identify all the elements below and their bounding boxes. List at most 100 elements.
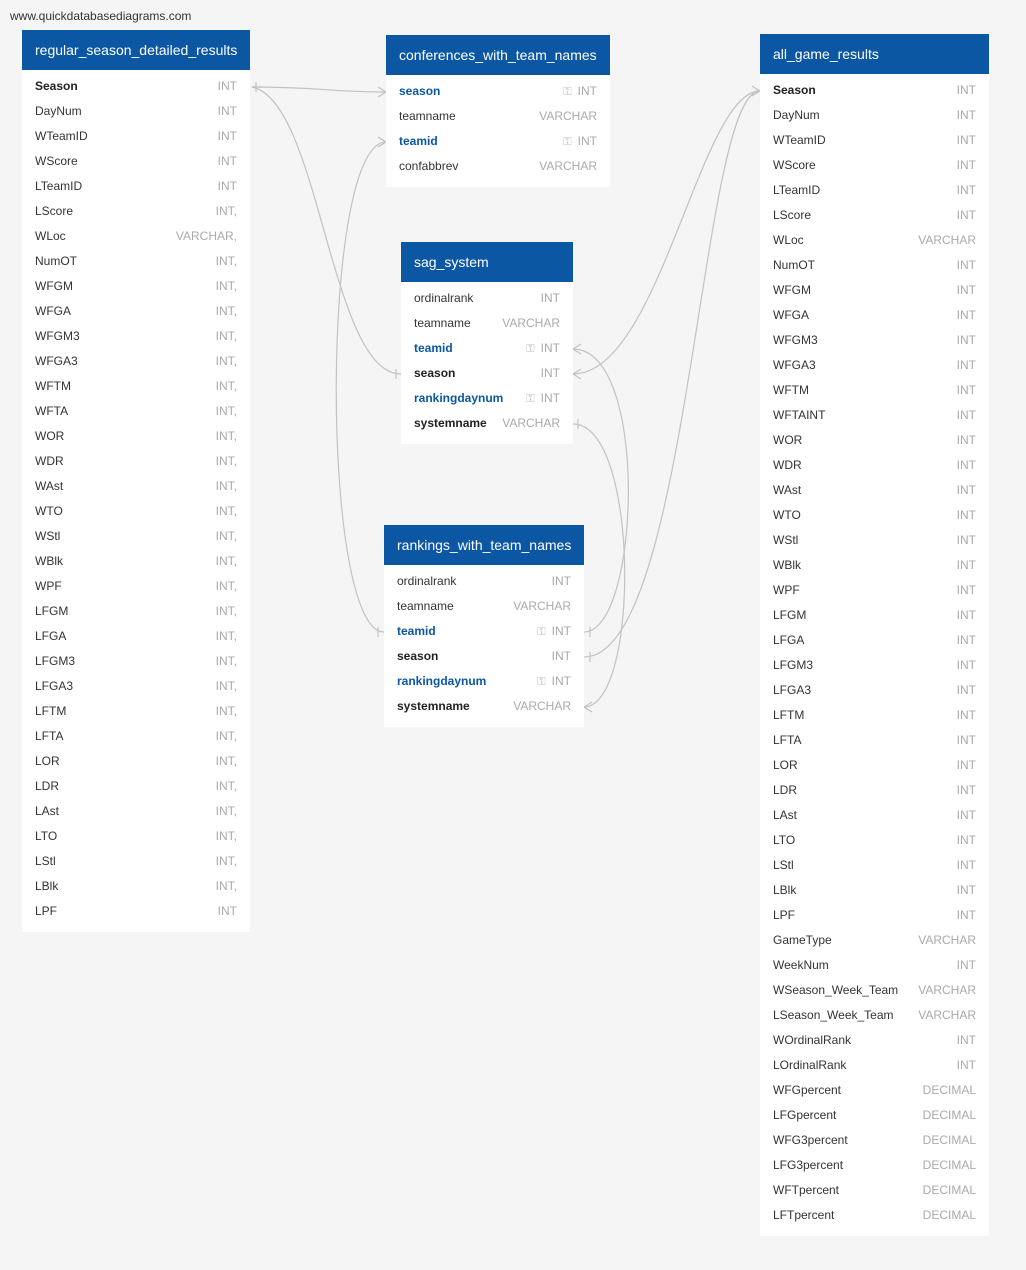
table-rankings-with-team-names[interactable]: rankings_with_team_names ordinalrank INT t… [384, 525, 584, 727]
table-conferences-with-team-names[interactable]: conferences_with_team_names season ⚿ INT te… [386, 35, 610, 187]
field-row[interactable]: WFGA3 INT [760, 353, 989, 378]
field-row[interactable]: Season INT [760, 78, 989, 103]
table-regular-season-detailed-results[interactable]: regular_season_detailed_results Season IN… [22, 30, 250, 932]
field-row[interactable]: LFTA INT, [22, 724, 250, 749]
field-row[interactable]: LFTM INT [760, 703, 989, 728]
field-row[interactable]: LDR INT, [22, 774, 250, 799]
field-row[interactable]: GameType VARCHAR [760, 928, 989, 953]
field-row[interactable]: LTeamID INT [22, 174, 250, 199]
field-row[interactable]: teamid ⚿ INT [384, 619, 584, 644]
field-row[interactable]: LFGM INT, [22, 599, 250, 624]
field-row[interactable]: WScore INT [760, 153, 989, 178]
field-row[interactable]: WFTM INT, [22, 374, 250, 399]
table-title[interactable]: all_game_results [760, 34, 989, 74]
field-row[interactable]: WDR INT [760, 453, 989, 478]
field-row[interactable]: WScore INT [22, 149, 250, 174]
field-row[interactable]: LFTpercent DECIMAL [760, 1203, 989, 1228]
field-row[interactable]: DayNum INT [22, 99, 250, 124]
field-row[interactable]: WFTAINT INT [760, 403, 989, 428]
field-row[interactable]: LPF INT [760, 903, 989, 928]
field-row[interactable]: confabbrev VARCHAR [386, 154, 610, 179]
field-row[interactable]: ordinalrank INT [401, 286, 573, 311]
field-row[interactable]: WBlk INT [760, 553, 989, 578]
field-row[interactable]: LFGA INT [760, 628, 989, 653]
field-row[interactable]: rankingdaynum ⚿ INT [384, 669, 584, 694]
field-row[interactable]: LFGA3 INT [760, 678, 989, 703]
field-row[interactable]: LFTA INT [760, 728, 989, 753]
field-row[interactable]: LBlk INT [760, 878, 989, 903]
field-row[interactable]: WeekNum INT [760, 953, 989, 978]
table-title[interactable]: regular_season_detailed_results [22, 30, 250, 70]
field-row[interactable]: WFTA INT, [22, 399, 250, 424]
field-row[interactable]: LTO INT, [22, 824, 250, 849]
field-row[interactable]: WFG3percent DECIMAL [760, 1128, 989, 1153]
field-row[interactable]: LOrdinalRank INT [760, 1053, 989, 1078]
field-row[interactable]: NumOT INT, [22, 249, 250, 274]
field-row[interactable]: WTO INT, [22, 499, 250, 524]
field-row[interactable]: WFGA INT [760, 303, 989, 328]
field-row[interactable]: WTO INT [760, 503, 989, 528]
field-row[interactable]: LOR INT, [22, 749, 250, 774]
field-row[interactable]: LFGM3 INT [760, 653, 989, 678]
table-title[interactable]: sag_system [401, 242, 573, 282]
field-row[interactable]: WAst INT, [22, 474, 250, 499]
field-row[interactable]: ordinalrank INT [384, 569, 584, 594]
field-row[interactable]: LFGA3 INT, [22, 674, 250, 699]
field-row[interactable]: WTeamID INT [760, 128, 989, 153]
field-row[interactable]: WDR INT, [22, 449, 250, 474]
field-row[interactable]: WFTpercent DECIMAL [760, 1178, 989, 1203]
field-row[interactable]: WPF INT [760, 578, 989, 603]
field-row[interactable]: WPF INT, [22, 574, 250, 599]
field-row[interactable]: WOR INT [760, 428, 989, 453]
field-row[interactable]: WFGA3 INT, [22, 349, 250, 374]
field-row[interactable]: WFGM3 INT [760, 328, 989, 353]
field-row[interactable]: LScore INT [760, 203, 989, 228]
field-row[interactable]: season INT [384, 644, 584, 669]
field-row[interactable]: LTeamID INT [760, 178, 989, 203]
field-row[interactable]: Season INT [22, 74, 250, 99]
field-row[interactable]: WOrdinalRank INT [760, 1028, 989, 1053]
field-row[interactable]: WFGpercent DECIMAL [760, 1078, 989, 1103]
field-row[interactable]: WLoc VARCHAR, [22, 224, 250, 249]
field-row[interactable]: LOR INT [760, 753, 989, 778]
field-row[interactable]: season INT [401, 361, 573, 386]
field-row[interactable]: WBlk INT, [22, 549, 250, 574]
field-row[interactable]: LStl INT, [22, 849, 250, 874]
field-row[interactable]: WFGM INT [760, 278, 989, 303]
field-row[interactable]: WStl INT [760, 528, 989, 553]
field-row[interactable]: LFGM3 INT, [22, 649, 250, 674]
field-row[interactable]: WFTM INT [760, 378, 989, 403]
field-row[interactable]: season ⚿ INT [386, 79, 610, 104]
field-row[interactable]: WLoc VARCHAR [760, 228, 989, 253]
field-row[interactable]: WFGM INT, [22, 274, 250, 299]
field-row[interactable]: teamid ⚿ INT [386, 129, 610, 154]
field-row[interactable]: DayNum INT [760, 103, 989, 128]
table-title[interactable]: rankings_with_team_names [384, 525, 584, 565]
field-row[interactable]: LStl INT [760, 853, 989, 878]
field-row[interactable]: LSeason_Week_Team VARCHAR [760, 1003, 989, 1028]
field-row[interactable]: LAst INT [760, 803, 989, 828]
field-row[interactable]: WFGA INT, [22, 299, 250, 324]
table-title[interactable]: conferences_with_team_names [386, 35, 610, 75]
field-row[interactable]: teamname VARCHAR [384, 594, 584, 619]
field-row[interactable]: teamname VARCHAR [386, 104, 610, 129]
field-row[interactable]: LFTM INT, [22, 699, 250, 724]
field-row[interactable]: WStl INT, [22, 524, 250, 549]
field-row[interactable]: WSeason_Week_Team VARCHAR [760, 978, 989, 1003]
field-row[interactable]: LAst INT, [22, 799, 250, 824]
field-row[interactable]: LFGM INT [760, 603, 989, 628]
table-sag-system[interactable]: sag_system ordinalrank INT teamname VARCHAR… [401, 242, 573, 444]
field-row[interactable]: LBlk INT, [22, 874, 250, 899]
field-row[interactable]: LPF INT [22, 899, 250, 924]
field-row[interactable]: LFG3percent DECIMAL [760, 1153, 989, 1178]
field-row[interactable]: LDR INT [760, 778, 989, 803]
field-row[interactable]: systemname VARCHAR [401, 411, 573, 436]
field-row[interactable]: WFGM3 INT, [22, 324, 250, 349]
field-row[interactable]: LTO INT [760, 828, 989, 853]
table-all-game-results[interactable]: all_game_results Season INT DayNum INT WTeam… [760, 34, 989, 1236]
field-row[interactable]: systemname VARCHAR [384, 694, 584, 719]
field-row[interactable]: WAst INT [760, 478, 989, 503]
field-row[interactable]: rankingdaynum ⚿ INT [401, 386, 573, 411]
field-row[interactable]: teamid ⚿ INT [401, 336, 573, 361]
field-row[interactable]: teamname VARCHAR [401, 311, 573, 336]
